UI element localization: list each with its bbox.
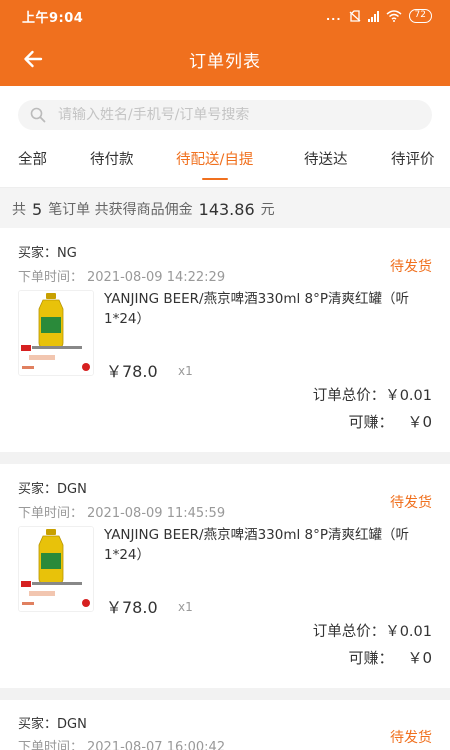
wifi-icon [386,10,402,22]
earn-label: 可赚： [348,413,394,431]
page-title: 订单列表 [189,51,261,72]
search-input[interactable] [58,107,388,123]
status-bar: 上午9:04 ... 72 [0,0,450,32]
earn-value: ￥0 [407,649,432,667]
commission-amount: 143.86 [198,199,255,219]
order-time: 下单时间： 2021-08-09 14:22:29 [18,266,225,285]
order-time-label: 下单时间： [18,740,84,750]
nav-bar: 订单列表 [0,32,450,86]
product-quantity: x1 [178,364,193,378]
arrow-left-icon [24,50,43,68]
order-status: 待发货 [390,730,432,746]
tab-all[interactable]: 全部 [18,136,47,188]
tab-pending-payment[interactable]: 待付款 [90,136,134,188]
battery-icon: 72 [408,9,432,23]
order-summary: 共 5 笔订单 共获得商品佣金 143.86 元 [0,188,450,230]
order-earn: 可赚： ￥0 [348,647,432,668]
product-price: ￥78.0 [106,598,158,617]
earn-value: ￥0 [407,413,432,431]
order-time: 下单时间： 2021-08-09 11:45:59 [18,502,225,521]
tab-pending-arrival[interactable]: 待送达 [304,136,348,188]
summary-prefix: 共 [12,202,26,218]
notification-dots: ... [326,9,342,23]
search-bar [0,86,450,136]
order-time-label: 下单时间： [18,270,84,285]
buyer-name: 买家：DGN [18,717,87,732]
no-sim-icon [349,10,360,22]
order-time-value: 2021-08-09 11:45:59 [87,506,226,521]
order-card[interactable]: 买家：DGN 下单时间： 2021-08-09 11:45:59 待发货 YANJ… [0,464,450,688]
order-time-value: 2021-08-07 16:00:42 [87,740,226,750]
product-price: ￥78.0 [106,362,158,381]
tab-pending-delivery[interactable]: 待配送/自提 [176,136,253,188]
product-image[interactable] [18,290,94,376]
product-name: YANJING BEER/燕京啤酒330ml 8°P清爽红罐（听1*24） [104,527,410,563]
product-name: YANJING BEER/燕京啤酒330ml 8°P清爽红罐（听1*24） [104,291,410,327]
back-button[interactable] [16,42,50,76]
buyer-name: 买家：NG [18,246,77,261]
status-time: 上午9:04 [22,10,84,26]
product-quantity: x1 [178,600,193,614]
order-total: 订单总价：￥0.01 [312,388,432,404]
order-total: 订单总价：￥0.01 [312,624,432,640]
order-time: 下单时间： 2021-08-07 16:00:42 [18,736,225,750]
order-card[interactable]: 买家：DGN 下单时间： 2021-08-07 16:00:42 待发货 [0,700,450,750]
product-image[interactable] [18,526,94,612]
order-count: 5 [32,199,43,219]
earn-label: 可赚： [348,649,394,667]
oil-bottle-image [19,291,93,375]
order-time-value: 2021-08-09 14:22:29 [87,270,226,285]
search-box[interactable] [18,100,432,130]
order-status: 待发货 [390,259,432,275]
summary-suffix: 元 [260,202,275,218]
order-earn: 可赚： ￥0 [348,411,432,432]
tab-pending-review[interactable]: 待评价 [391,136,435,188]
signal-icon [367,10,379,22]
status-icons: ... 72 [326,9,432,23]
order-card[interactable]: 买家：NG 下单时间： 2021-08-09 14:22:29 待发货 YANJI… [0,228,450,452]
search-icon [30,107,46,123]
app-header: 上午9:04 ... 72 订单列表 [0,0,450,86]
buyer-name: 买家：DGN [18,482,87,497]
summary-middle: 笔订单 共获得商品佣金 [48,202,193,218]
order-tabs: 全部 待付款 待配送/自提 待送达 待评价 [0,136,450,188]
oil-bottle-image [19,527,93,611]
order-time-label: 下单时间： [18,506,84,521]
order-status: 待发货 [390,495,432,511]
